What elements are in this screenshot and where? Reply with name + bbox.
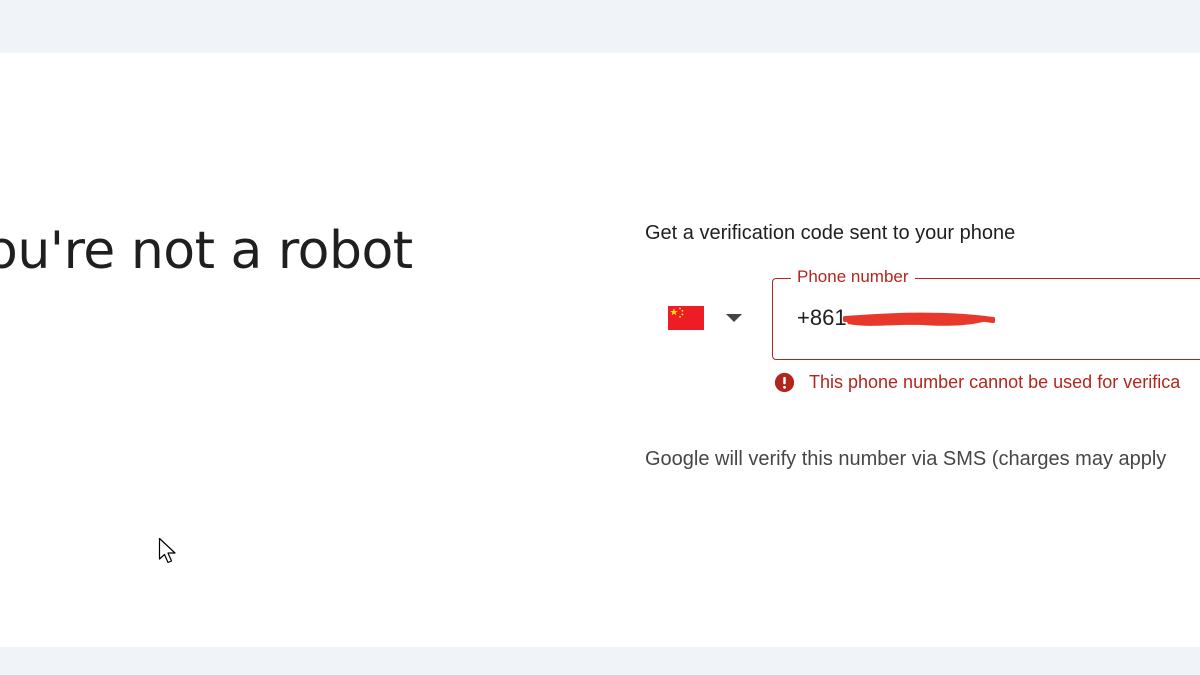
- phone-error-message: This phone number cannot be used for ver…: [774, 372, 1180, 393]
- redaction-scribble: [843, 312, 995, 326]
- mouse-pointer-icon: [158, 537, 176, 564]
- china-flag-icon: [668, 306, 704, 330]
- country-code-select[interactable]: [660, 298, 756, 338]
- error-circle-icon: [774, 372, 795, 393]
- caret-down-icon: [726, 314, 742, 322]
- verification-card: ou're not a robot Get a verification cod…: [0, 53, 1200, 647]
- sms-charges-note: Google will verify this number via SMS (…: [645, 448, 1167, 470]
- page-heading: ou're not a robot: [0, 221, 413, 281]
- phone-prompt: Get a verification code sent to your pho…: [645, 222, 1016, 244]
- error-text: This phone number cannot be used for ver…: [809, 372, 1181, 392]
- phone-number-label: Phone number: [791, 267, 915, 287]
